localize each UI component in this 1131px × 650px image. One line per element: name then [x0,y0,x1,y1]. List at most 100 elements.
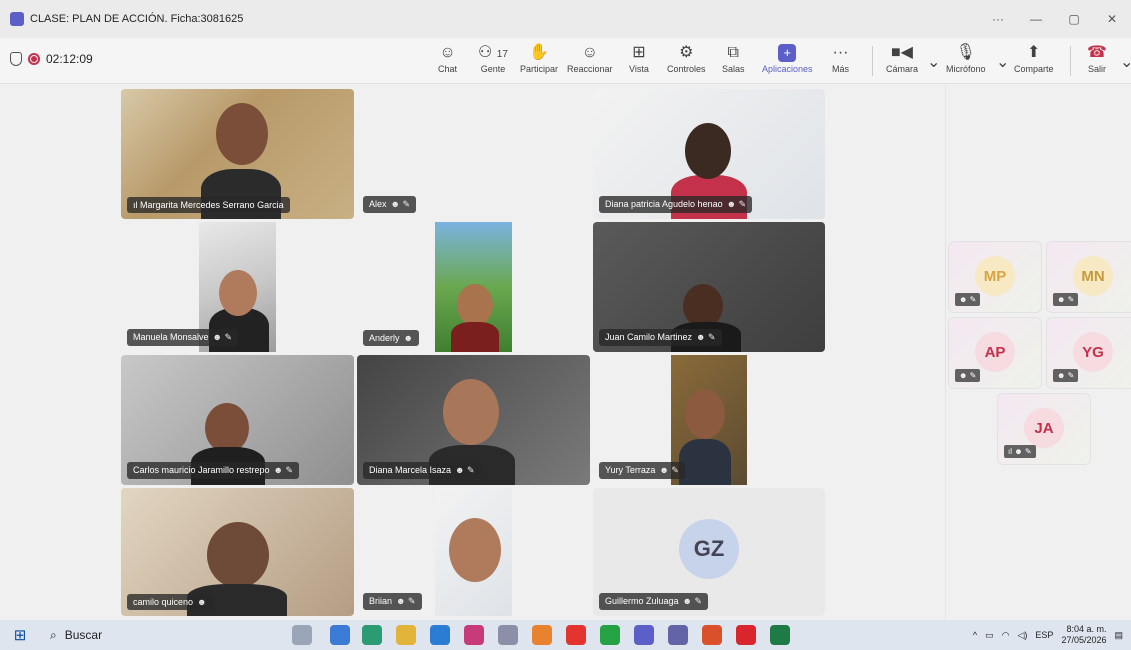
participant-icon: ☻ ✎ [682,596,703,606]
m365-icon[interactable] [634,625,654,645]
avatar: JA [1024,408,1064,448]
windows-start-icon[interactable]: ⊞ [0,620,40,650]
rooms-button[interactable]: ⧉ Salas [722,42,745,74]
more-window-options-button[interactable]: ··· [979,0,1017,38]
controls-button[interactable]: ⚙ Controles [667,42,706,74]
participant-name: Diana Marcela Isaza ☻ ✎ [363,462,481,479]
chrome-icon[interactable] [566,625,586,645]
wifi-icon[interactable]: ◠ [1002,630,1010,641]
camera-icon: ■◀ [891,44,913,61]
participant-icon: ☻ [197,597,207,607]
react-button[interactable]: ☺ Reaccionar [567,42,613,74]
participant-name: Manuela Monsalve ☻ ✎ [127,329,239,346]
meeting-status: 02:12:09 [10,52,93,66]
participant-icon: ☻ ✎ [396,596,416,606]
close-window-button[interactable]: ✕ [1093,0,1131,38]
share-icon: ⬆ [1027,44,1041,61]
video-tile[interactable]: GZ Guillermo Zuluaga ☻ ✎ [593,488,825,616]
raise-hand-button[interactable]: ✋ Participar [520,42,558,74]
teams-icon[interactable] [668,625,688,645]
shield-icon [10,52,22,66]
excel-icon[interactable] [770,625,790,645]
apps-button[interactable]: + Aplicaciones [762,42,813,74]
avatar: MN [1073,256,1113,296]
mic-off-icon: ☻ ✎ [1053,293,1079,306]
notification-icon[interactable]: ▤ [1114,630,1123,641]
video-tile[interactable]: Diana Marcela Isaza ☻ ✎ [357,355,590,485]
app-icon[interactable] [498,625,518,645]
language-indicator[interactable]: ESP [1035,630,1053,640]
firefox-icon[interactable] [532,625,552,645]
meeting-toolbar: 02:12:09 ☺ Chat ⚇ 17 Gente ✋ Participar … [0,38,1131,84]
chat-button[interactable]: ☺ Chat [438,42,457,74]
edge-icon[interactable] [362,625,382,645]
participant-overflow-strip: MP ☻ ✎ MN ☻ ✎ AP ☻ ✎ YG ☻ ✎ JA ıl ☻ ✎ [945,85,1131,620]
participant-name: Briian ☻ ✎ [363,593,422,610]
task-view-icon[interactable] [292,625,312,645]
taskbar-search[interactable]: ⌕ Buscar [40,620,280,650]
participant-name: Anderly ☻ [363,330,419,346]
video-tile[interactable]: camilo quiceno ☻ [121,488,354,616]
mic-off-icon: ☻ ✎ [955,293,981,306]
avatar: YG [1073,332,1113,372]
battery-icon[interactable]: ▭ [985,630,994,641]
video-tile[interactable]: Manuela Monsalve ☻ ✎ [121,222,354,352]
volume-icon[interactable]: ◁) [1018,630,1028,641]
taskbar: ⊞ ⌕ Buscar ^ ▭ ◠ ◁) ESP 8:04 a. m. 27/05… [0,620,1131,650]
camera-options-chevron-icon[interactable]: ⌄ [927,52,940,74]
toolbar-divider [1070,46,1071,76]
participant-name: ıl Margarita Mercedes Serrano Garcia [127,197,290,213]
chevron-up-icon[interactable]: ^ [973,630,977,640]
title-bar: CLASE: PLAN DE ACCIÓN. Ficha:3081625 ···… [0,0,1131,38]
video-tile[interactable]: Yury Terraza ☻ ✎ [593,355,825,485]
participant-mini-tile[interactable]: YG ☻ ✎ [1046,317,1131,389]
video-tile[interactable]: Anderly ☻ [357,222,590,352]
participant-mini-tile[interactable]: JA ıl ☻ ✎ [997,393,1091,465]
clock[interactable]: 8:04 a. m. 27/05/2026 [1061,624,1106,646]
leave-button[interactable]: ☎ Salir [1087,42,1107,74]
participant-icon: ☻ ✎ [696,332,716,342]
minimize-button[interactable]: — [1017,0,1055,38]
system-tray: ^ ▭ ◠ ◁) ESP 8:04 a. m. 27/05/2026 ▤ [973,620,1131,650]
share-button[interactable]: ⬆ Comparte [1014,42,1054,74]
participant-mini-tile[interactable]: MN ☻ ✎ [1046,241,1131,313]
copilot-icon[interactable] [330,625,350,645]
mail-icon[interactable] [464,625,484,645]
video-tile[interactable]: Carlos mauricio Jaramillo restrepo ☻ ✎ [121,355,354,485]
mic-button[interactable]: 🎙 Micrófono [946,42,986,74]
participant-icon: ☻ ✎ [273,465,294,475]
restore-button[interactable]: ▢ [1055,0,1093,38]
more-button[interactable]: ··· Más [832,42,849,74]
mic-options-chevron-icon[interactable]: ⌄ [996,52,1009,74]
window-title: CLASE: PLAN DE ACCIÓN. Ficha:3081625 [30,13,244,25]
video-tile[interactable]: ıl Margarita Mercedes Serrano Garcia [121,89,354,219]
video-tile[interactable]: Diana patricia Agudelo henao ☻ ✎ [593,89,825,219]
view-button[interactable]: ⊞ Vista [629,42,649,74]
avatar: GZ [679,519,739,579]
camera-button[interactable]: ■◀ Cámara [886,42,918,74]
controls-icon: ⚙ [679,44,694,61]
participant-icon: ☻ ✎ [455,465,475,475]
leave-options-chevron-icon[interactable]: ⌄ [1120,52,1131,74]
avatar: AP [975,332,1015,372]
ellipsis-icon: ··· [832,44,849,61]
window-controls: ··· — ▢ ✕ [979,0,1131,38]
apps-plus-icon: + [778,44,797,62]
video-tile[interactable]: Juan Camilo Martinez ☻ ✎ [593,222,825,352]
acrobat-icon[interactable] [736,625,756,645]
store-icon[interactable] [430,625,450,645]
smiley-icon: ☺ [581,44,598,61]
participant-icon: ☻ [403,333,413,343]
people-button[interactable]: ⚇ 17 Gente [478,42,508,74]
whatsapp-icon[interactable] [600,625,620,645]
office-icon[interactable] [702,625,722,645]
file-explorer-icon[interactable] [396,625,416,645]
participant-icon: ☻ ✎ [212,332,233,342]
participant-name: Guillermo Zuluaga ☻ ✎ [599,593,709,610]
participant-mini-tile[interactable]: MP ☻ ✎ [948,241,1042,313]
video-tile[interactable]: Alex ☻ ✎ [357,89,590,219]
participant-mini-tile[interactable]: AP ☻ ✎ [948,317,1042,389]
grid-icon: ⊞ [632,44,646,61]
video-tile[interactable]: Briian ☻ ✎ [357,488,590,616]
teams-logo-icon [10,12,24,26]
